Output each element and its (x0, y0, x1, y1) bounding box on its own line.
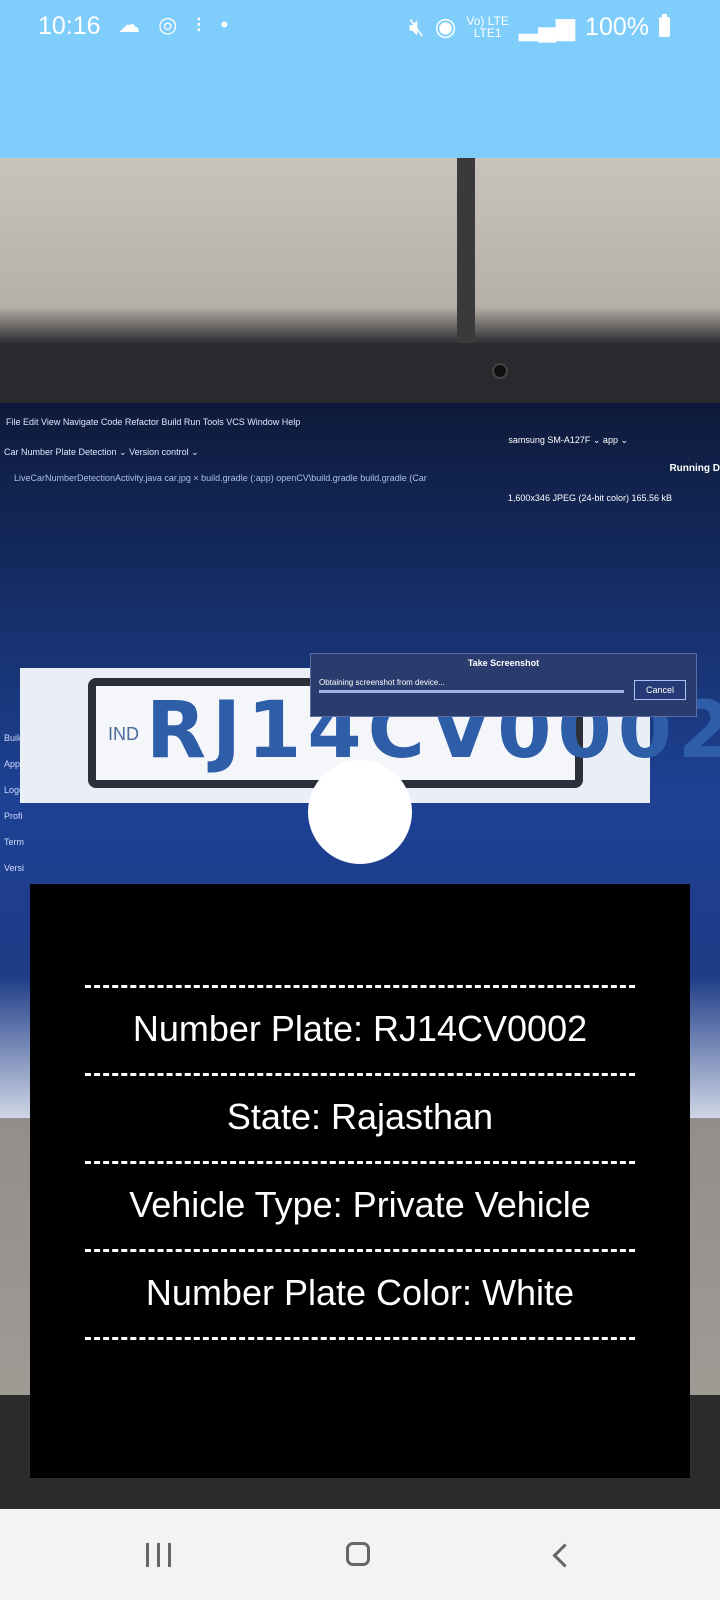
ide-project: Car Number Plate Detection ⌄ Version con… (4, 447, 199, 457)
dialog-title: Take Screenshot (467, 658, 540, 668)
divider (85, 1073, 635, 1076)
ide-menu: File Edit View Navigate Code Refactor Bu… (6, 417, 301, 427)
ide-image-info: 1,600x346 JPEG (24-bit color) 165.56 kB (507, 493, 672, 503)
vehicle-type-result: Vehicle Type: Private Vehicle (129, 1184, 591, 1225)
webcam (492, 363, 508, 379)
screenshot-dialog: Take Screenshot Obtaining screenshot fro… (310, 653, 697, 717)
toolbar-label: Profi (4, 811, 23, 821)
dialog-progress (319, 690, 624, 693)
hotspot-icon: ◉ (434, 13, 457, 41)
navigation-bar (0, 1509, 720, 1600)
plate-color-result: Number Plate Color: White (145, 1272, 575, 1313)
divider (85, 1161, 635, 1164)
recent-apps-icon[interactable] (146, 1543, 171, 1567)
divider (85, 1337, 635, 1340)
status-bar: 10:16 ☁ ◎ ⁝ • 🔇︎ ◉ Vo) LTE LTE1 ▂▄▆ 100% (0, 0, 720, 158)
home-icon[interactable] (346, 1542, 370, 1566)
capture-button[interactable] (308, 760, 412, 864)
plate-ind: IND (108, 724, 139, 744)
number-plate-result: Number Plate: RJ14CV0002 (132, 1008, 588, 1049)
result-panel: Number Plate: RJ14CV0002 State: Rajastha… (30, 884, 690, 1478)
wall-seam (457, 158, 475, 353)
network-type: Vo) LTE LTE1 (466, 15, 508, 39)
toolbar-label: Term (4, 837, 24, 847)
signal-icon: ▂▄▆ (518, 13, 576, 41)
mute-icon: 🔇︎ (408, 12, 425, 41)
ide-tabs: LiveCarNumberDetectionActivity.java car.… (14, 473, 427, 483)
notification-icons: ☁ ◎ ⁝ • (118, 12, 235, 37)
dialog-message: Obtaining screenshot from device... (319, 678, 445, 687)
divider (85, 1249, 635, 1252)
battery-icon (659, 14, 670, 37)
toolbar-label: Versi (4, 863, 25, 873)
back-icon[interactable] (552, 1543, 577, 1568)
divider (85, 985, 635, 988)
status-right-icons: 🔇︎ ◉ Vo) LTE LTE1 ▂▄▆ 100% (409, 12, 670, 42)
ide-device: samsung SM-A127F ⌄ app ⌄ (508, 435, 628, 445)
laptop-bezel (0, 343, 720, 403)
dialog-cancel-button: Cancel (634, 680, 686, 700)
network-bottom: LTE1 (473, 26, 502, 40)
state-result: State: Rajasthan (226, 1096, 494, 1137)
battery-level: 100% (585, 12, 649, 41)
ide-running: Running D (669, 463, 720, 474)
status-time: 10:16 (38, 12, 101, 40)
